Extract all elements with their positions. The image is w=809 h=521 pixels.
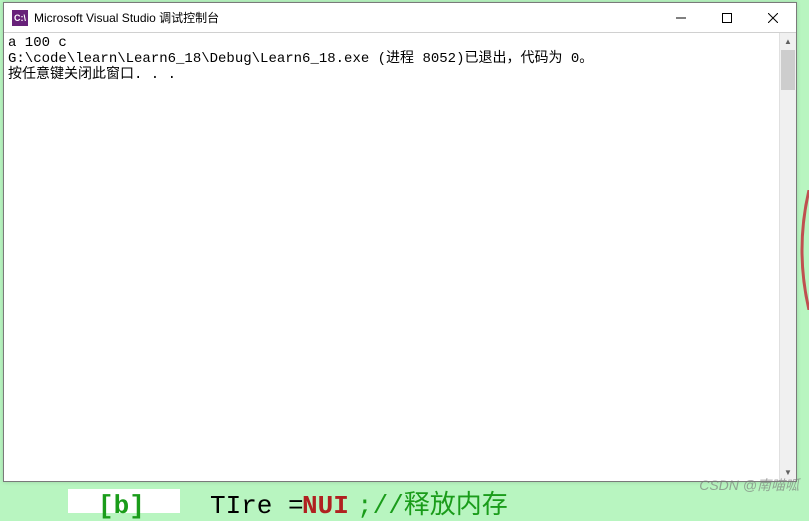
maximize-button[interactable] [704,3,750,32]
background-code-fragment: NUI [302,491,349,521]
scrollbar-thumb[interactable] [781,50,795,90]
window-title: Microsoft Visual Studio 调试控制台 [34,9,658,26]
window-controls [658,3,796,32]
titlebar[interactable]: C:\ Microsoft Visual Studio 调试控制台 [4,3,796,33]
console-line: 按任意键关闭此窗口. . . [8,67,176,83]
close-button[interactable] [750,3,796,32]
console-window: C:\ Microsoft Visual Studio 调试控制台 a 100 … [3,2,797,482]
scroll-up-button[interactable]: ▲ [780,33,796,50]
minimize-button[interactable] [658,3,704,32]
watermark: CSDN @南喵呱 [699,475,799,495]
content-area: a 100 c G:\code\learn\Learn6_18\Debug\Le… [4,33,796,481]
background-code-fragment: ;//释放内存 [357,484,508,521]
vertical-scrollbar[interactable]: ▲ ▼ [779,33,796,481]
background-code-fragment: TIre = [210,491,304,521]
background-code-fragment: [b] [98,491,145,521]
console-output[interactable]: a 100 c G:\code\learn\Learn6_18\Debug\Le… [4,33,779,481]
console-line: G:\code\learn\Learn6_18\Debug\Learn6_18.… [8,51,593,67]
app-icon: C:\ [12,10,28,26]
console-line: a 100 c [8,35,67,51]
